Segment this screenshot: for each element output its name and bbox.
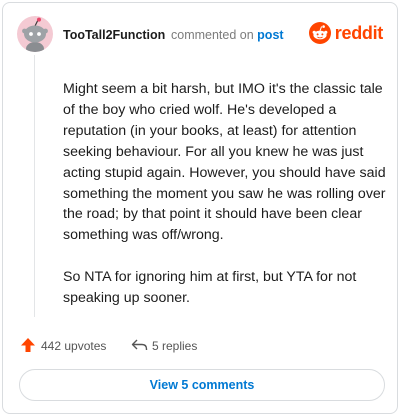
comment-body: Might seem a bit harsh, but IMO it's the… <box>63 79 389 309</box>
post-link[interactable]: post <box>257 28 283 42</box>
user-avatar[interactable] <box>17 16 53 52</box>
meta-prefix: commented on <box>171 28 254 42</box>
snoo-avatar-icon <box>22 17 48 52</box>
upvote-arrow-icon[interactable] <box>20 337 36 358</box>
reply-arrow-icon[interactable] <box>131 337 148 358</box>
reddit-snoo-icon <box>308 22 331 44</box>
reddit-wordmark: reddit <box>334 22 384 43</box>
comment-meta: commented on post <box>171 27 284 43</box>
comment-card: TooTall2Function commented on post reddi… <box>2 2 398 414</box>
reply-count[interactable]: 5 replies <box>152 339 197 353</box>
comment-paragraph: So NTA for ignoring him at first, but YT… <box>63 269 357 307</box>
comment-author[interactable]: TooTall2Function <box>63 27 165 43</box>
thread-line[interactable] <box>34 55 35 317</box>
upvote-count: 442 upvotes <box>41 339 107 353</box>
view-comments-button[interactable]: View 5 comments <box>19 369 385 401</box>
comment-paragraph: Might seem a bit harsh, but IMO it's the… <box>63 81 386 244</box>
reddit-logo[interactable]: reddit <box>308 22 384 44</box>
